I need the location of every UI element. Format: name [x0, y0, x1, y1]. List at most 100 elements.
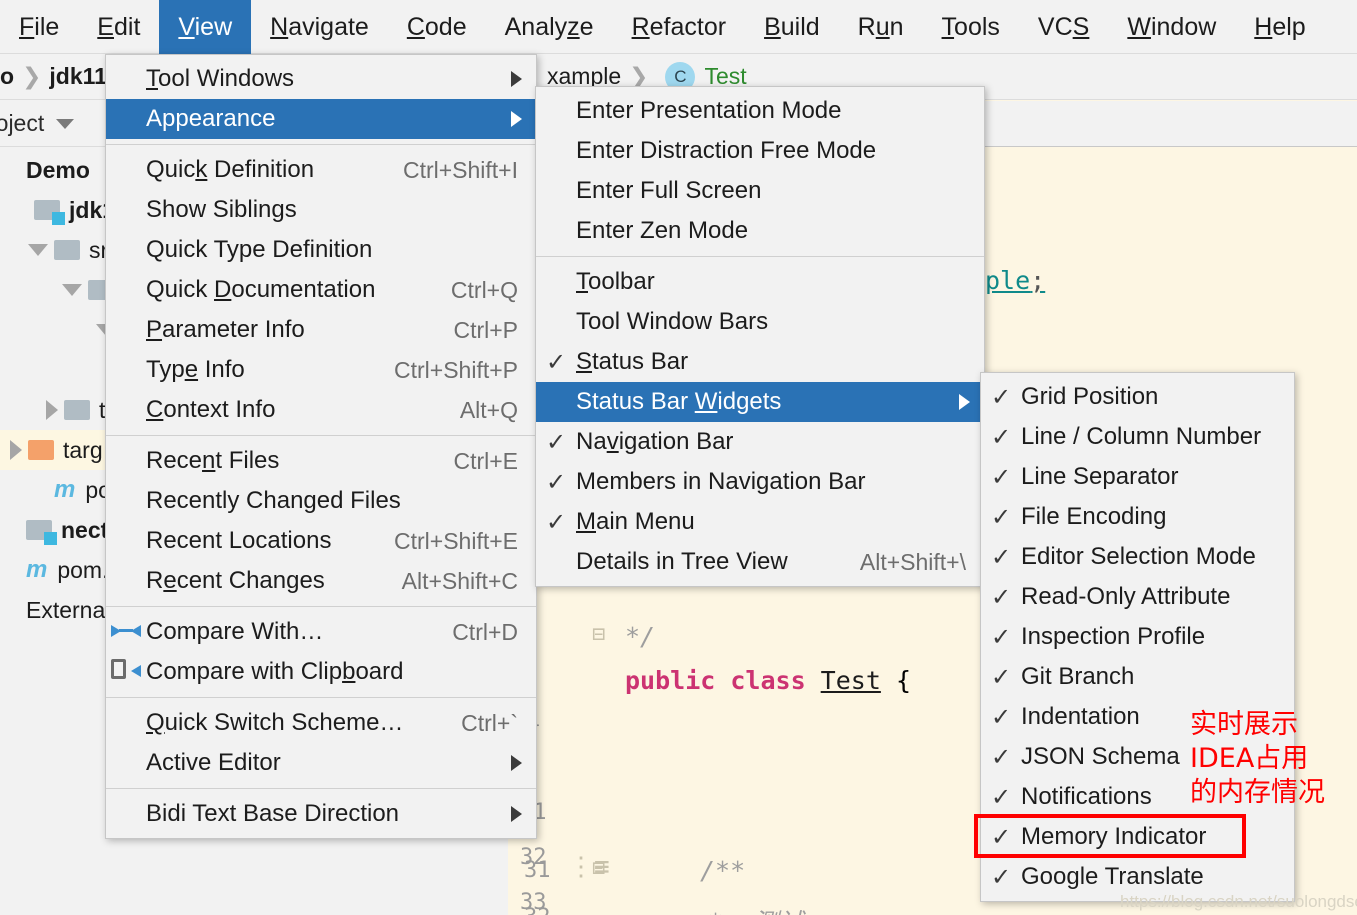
check-icon: ✓ [990, 543, 1012, 571]
menubar-item-vcs[interactable]: VCS [1019, 0, 1108, 54]
chevron-down-icon[interactable] [28, 244, 48, 256]
check-icon: ✓ [545, 428, 567, 456]
menu-item-parameter-info[interactable]: Parameter Info Ctrl+P [106, 310, 536, 350]
menu-item-enter-full-screen[interactable]: Enter Full Screen [536, 171, 984, 211]
fold-icon-1[interactable]: ⊟ [592, 622, 605, 647]
breadcrumb-project[interactable]: no [0, 63, 14, 90]
tree-node-label: targ [63, 436, 103, 463]
menubar-item-label: Run [857, 12, 904, 41]
breadcrumb-module[interactable]: jdk11 [49, 63, 107, 90]
menubar-item-label: Window [1127, 12, 1217, 41]
menu-item-recent-changes[interactable]: Recent Changes Alt+Shift+C [106, 561, 536, 601]
menu-item-quick-switch-scheme[interactable]: Quick Switch Scheme… Ctrl+` [106, 703, 536, 743]
menu-item-recent-locations[interactable]: Recent Locations Ctrl+Shift+E [106, 521, 536, 561]
menu-item-file-encoding[interactable]: ✓ File Encoding [981, 497, 1294, 537]
menubar-item-refactor[interactable]: Refactor [613, 0, 746, 54]
indent-guide-icon: ⋮≡ [568, 852, 610, 882]
menubar-item-file[interactable]: File [0, 0, 78, 54]
menu-item-navigation-bar[interactable]: ✓ Navigation Bar [536, 422, 984, 462]
maven-file-icon: m [54, 476, 76, 503]
menu-item-status-bar-widgets[interactable]: Status Bar Widgets [536, 382, 984, 422]
menu-item-label: Grid Position [1021, 383, 1159, 410]
maven-file-icon: m [26, 556, 48, 583]
menu-item-main-menu[interactable]: ✓ Main Menu [536, 502, 984, 542]
menu-item-shortcut: Ctrl+` [461, 709, 518, 736]
menubar-item-label: VCS [1037, 12, 1090, 41]
menu-item-compare-with-clipboard[interactable]: Compare with Clipboard [106, 652, 536, 692]
menu-item-label: Appearance [146, 105, 276, 132]
check-icon: ✓ [545, 348, 567, 376]
folder-icon [64, 400, 90, 420]
menubar-item-label: File [19, 12, 60, 41]
menubar-item-help[interactable]: Help [1235, 0, 1324, 54]
annotation-line: 实时展示 [1190, 709, 1298, 740]
menubar-item-tools[interactable]: Tools [923, 0, 1019, 54]
check-icon: ✓ [545, 468, 567, 496]
menubar-item-build[interactable]: Build [745, 0, 839, 54]
menu-item-label: Navigation Bar [576, 428, 734, 455]
menubar-item-analyze[interactable]: Analyze [486, 0, 613, 54]
menu-item-members-in-navigation-bar[interactable]: ✓ Members in Navigation Bar [536, 462, 984, 502]
menu-item-label: Status Bar Widgets [576, 388, 782, 415]
menu-item-toolbar[interactable]: Toolbar [536, 262, 984, 302]
menu-item-google-translate[interactable]: ✓ Google Translate [981, 857, 1294, 897]
main-menu-bar: File Edit View Navigate Code Analyze Refactor B… [0, 0, 1357, 54]
menu-item-line-column-number[interactable]: ✓ Line / Column Number [981, 417, 1294, 457]
folder-module-icon [26, 520, 57, 545]
menu-item-shortcut: Ctrl+E [453, 447, 518, 474]
chevron-right-icon[interactable] [46, 400, 58, 420]
menu-item-editor-selection-mode[interactable]: ✓ Editor Selection Mode [981, 537, 1294, 577]
menu-separator [106, 697, 536, 698]
menu-item-label: Compare with Clipboard [146, 658, 404, 685]
menu-item-enter-presentation-mode[interactable]: Enter Presentation Mode [536, 91, 984, 131]
status-bar-widgets-submenu-popup[interactable]: ✓ Grid Position ✓ Line / Column Number ✓ Line… [980, 372, 1295, 902]
menu-item-line-separator[interactable]: ✓ Line Separator [981, 457, 1294, 497]
menu-item-memory-indicator[interactable]: ✓ Memory Indicator [981, 817, 1294, 857]
menu-item-label: Enter Presentation Mode [576, 97, 842, 124]
menu-item-grid-position[interactable]: ✓ Grid Position [981, 377, 1294, 417]
menu-item-enter-zen-mode[interactable]: Enter Zen Mode [536, 211, 984, 251]
menu-item-inspection-profile[interactable]: ✓ Inspection Profile [981, 617, 1294, 657]
menu-item-tool-windows[interactable]: Tool Windows [106, 59, 536, 99]
menubar-item-view[interactable]: View [159, 0, 252, 54]
menubar-item-navigate[interactable]: Navigate [251, 0, 388, 54]
submenu-arrow-icon [511, 71, 522, 87]
menu-item-label: Enter Full Screen [576, 177, 762, 204]
menu-item-compare-with[interactable]: Compare With… Ctrl+D [106, 612, 536, 652]
menu-item-label: Recent Changes [146, 567, 325, 594]
menu-item-type-info[interactable]: Type Info Ctrl+Shift+P [106, 350, 536, 390]
menu-item-bidi-text-base-direction[interactable]: Bidi Text Base Direction [106, 794, 536, 834]
folder-icon [54, 240, 80, 260]
check-icon: ✓ [990, 703, 1012, 731]
chevron-down-icon[interactable] [62, 284, 82, 296]
menu-item-quick-definition[interactable]: Quick Definition Ctrl+Shift+I [106, 150, 536, 190]
menu-item-label: Line Separator [1021, 463, 1179, 490]
menu-item-tool-window-bars[interactable]: Tool Window Bars [536, 302, 984, 342]
menu-item-active-editor[interactable]: Active Editor [106, 743, 536, 783]
menu-item-label: Enter Zen Mode [576, 217, 749, 244]
menu-separator [106, 606, 536, 607]
view-menu-popup[interactable]: Tool Windows Appearance Quick Definition Ct… [105, 54, 537, 839]
menubar-item-run[interactable]: Run [839, 0, 923, 54]
menu-item-git-branch[interactable]: ✓ Git Branch [981, 657, 1294, 697]
menu-item-appearance[interactable]: Appearance [106, 99, 536, 139]
menu-item-status-bar[interactable]: ✓ Status Bar [536, 342, 984, 382]
code-comment-close: */ [625, 622, 656, 651]
menubar-item-window[interactable]: Window [1108, 0, 1235, 54]
menubar-item-code[interactable]: Code [388, 0, 486, 54]
menu-item-recently-changed-files[interactable]: Recently Changed Files [106, 481, 536, 521]
menu-item-context-info[interactable]: Context Info Alt+Q [106, 390, 536, 430]
menu-item-recent-files[interactable]: Recent Files Ctrl+E [106, 441, 536, 481]
menu-item-show-siblings[interactable]: Show Siblings [106, 190, 536, 230]
tree-node-label: Demo [26, 156, 90, 183]
chevron-right-icon[interactable] [10, 440, 22, 460]
appearance-submenu-popup[interactable]: Enter Presentation Mode Enter Distraction… [535, 86, 985, 587]
menu-item-enter-distraction-free-mode[interactable]: Enter Distraction Free Mode [536, 131, 984, 171]
menu-item-details-in-tree-view[interactable]: Details in Tree View Alt+Shift+\ [536, 542, 984, 582]
menu-item-quick-type-definition[interactable]: Quick Type Definition [106, 230, 536, 270]
menu-item-quick-documentation[interactable]: Quick Documentation Ctrl+Q [106, 270, 536, 310]
menu-item-read-only-attribute[interactable]: ✓ Read-Only Attribute [981, 577, 1294, 617]
menubar-item-edit[interactable]: Edit [78, 0, 159, 54]
chevron-down-icon[interactable] [56, 118, 75, 129]
compare-clipboard-icon [106, 657, 146, 688]
